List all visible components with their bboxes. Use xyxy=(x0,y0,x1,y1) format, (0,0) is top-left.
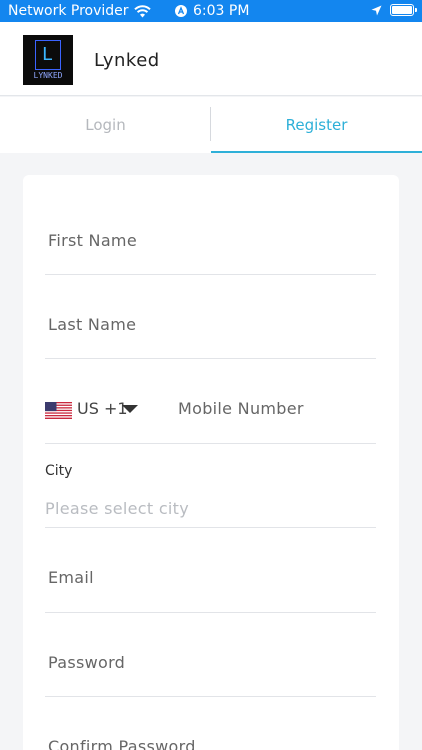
first-name-field[interactable]: First Name xyxy=(45,175,376,275)
city-label: City xyxy=(45,463,73,479)
tab-login[interactable]: Login xyxy=(0,97,211,153)
mobile-number-field[interactable]: US +1 Mobile Number xyxy=(45,359,376,444)
auth-tabs: Login Register xyxy=(0,97,422,153)
register-form-card: First Name Last Name US +1 Mobile Number… xyxy=(23,175,399,750)
confirm-password-field[interactable]: Confirm Password xyxy=(45,697,376,750)
last-name-placeholder: Last Name xyxy=(48,315,137,334)
email-field[interactable]: Email xyxy=(45,528,376,613)
password-field[interactable]: Password xyxy=(45,613,376,697)
country-code-selector[interactable]: US +1 xyxy=(77,399,128,418)
location-arrow-icon xyxy=(371,5,382,15)
app-title: Lynked xyxy=(94,50,160,71)
carrier-name: Network Provider xyxy=(8,3,129,19)
status-bar: Network Provider 6:03 PM xyxy=(0,0,422,22)
tab-register[interactable]: Register xyxy=(211,97,422,153)
confirm-password-placeholder: Confirm Password xyxy=(48,737,196,750)
battery-icon xyxy=(390,4,417,16)
mobile-number-placeholder: Mobile Number xyxy=(178,399,304,418)
us-flag-icon[interactable] xyxy=(45,402,72,419)
caret-down-icon[interactable] xyxy=(122,405,138,413)
first-name-placeholder: First Name xyxy=(48,231,137,250)
app-logo: L LYNKED xyxy=(23,35,73,85)
email-placeholder: Email xyxy=(48,568,94,587)
app-header: L LYNKED Lynked xyxy=(0,22,422,96)
password-placeholder: Password xyxy=(48,653,126,672)
city-placeholder: Please select city xyxy=(45,499,190,518)
clock: 6:03 PM xyxy=(193,3,250,19)
wifi-icon xyxy=(133,4,151,17)
city-field[interactable]: City Please select city xyxy=(45,444,376,528)
location-a-icon xyxy=(175,5,187,17)
last-name-field[interactable]: Last Name xyxy=(45,275,376,359)
